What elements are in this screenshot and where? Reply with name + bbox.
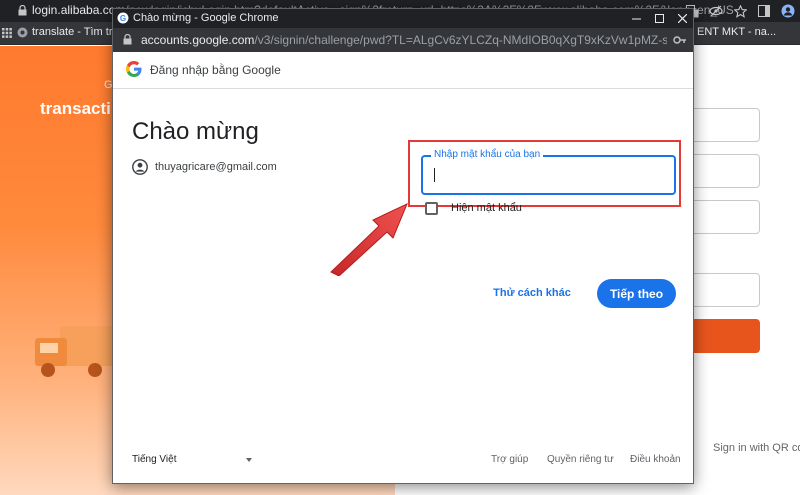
- show-password-label[interactable]: Hiện mật khẩu: [451, 202, 522, 214]
- bg-login-field[interactable]: [690, 154, 760, 188]
- next-button[interactable]: Tiếp theo: [597, 279, 676, 308]
- star-icon[interactable]: [728, 0, 752, 22]
- bg-login-field[interactable]: [690, 108, 760, 142]
- globe-icon: [17, 27, 28, 37]
- bg-sign-in-button[interactable]: [690, 319, 760, 353]
- promo-heading: transacti: [40, 99, 111, 118]
- google-signin-popup: G Chào mừng - Google Chrome accounts.goo…: [112, 8, 694, 484]
- delivery-truck-illustration: [35, 326, 115, 377]
- popup-url[interactable]: accounts.google.com/v3/signin/challenge/…: [141, 33, 667, 47]
- bookmark-ent-mkt[interactable]: ENT MKT - na...: [697, 26, 776, 38]
- password-highlight-box: Nhập mật khẩu của bạn: [408, 140, 681, 207]
- apps-grid-icon[interactable]: [2, 28, 12, 38]
- close-icon[interactable]: [671, 9, 693, 28]
- minimize-icon[interactable]: [625, 9, 647, 28]
- red-arrow-annotation: [330, 202, 408, 276]
- signin-header: Đăng nhập bằng Google: [150, 63, 281, 77]
- google-favicon-icon: G: [117, 12, 129, 24]
- terms-link[interactable]: Điều khoản: [630, 454, 681, 465]
- password-field-label: Nhập mật khẩu của bạn: [431, 149, 544, 160]
- account-circle-icon: [132, 159, 148, 175]
- chevron-down-icon[interactable]: [246, 458, 252, 462]
- popup-address-bar: accounts.google.com/v3/signin/challenge/…: [113, 28, 693, 52]
- user-avatar-icon[interactable]: [776, 0, 800, 22]
- bg-login-field[interactable]: [690, 200, 760, 234]
- popup-title-bar: G Chào mừng - Google Chrome: [113, 9, 693, 28]
- bookmark-label: ENT MKT - na...: [697, 26, 777, 38]
- bg-login-field[interactable]: [690, 273, 760, 307]
- privacy-link[interactable]: Quyền riêng tư: [547, 454, 614, 465]
- maximize-icon[interactable]: [648, 9, 670, 28]
- svg-text:G: G: [120, 14, 126, 23]
- password-input[interactable]: Nhập mật khẩu của bạn: [421, 149, 676, 195]
- signin-content: Đăng nhập bằng Google Chào mừng thuyagri…: [113, 52, 693, 483]
- lock-icon: [123, 34, 132, 45]
- header-divider: [113, 88, 693, 89]
- account-email[interactable]: thuyagricare@gmail.com: [155, 161, 277, 173]
- lock-icon: [18, 5, 27, 16]
- key-icon[interactable]: [673, 34, 687, 46]
- popup-window-title: Chào mừng - Google Chrome: [133, 12, 279, 24]
- side-panel-icon[interactable]: [752, 0, 776, 22]
- welcome-heading: Chào mừng: [132, 118, 259, 145]
- show-password-checkbox[interactable]: [425, 202, 438, 215]
- google-logo-icon: [126, 61, 142, 77]
- text-caret: [434, 168, 435, 182]
- help-link[interactable]: Trợ giúp: [491, 454, 528, 465]
- eye-off-icon[interactable]: [704, 0, 728, 22]
- try-another-way-button[interactable]: Thử cách khác: [491, 280, 573, 306]
- qr-sign-in-link[interactable]: Sign in with QR cod: [713, 442, 800, 454]
- language-selector[interactable]: Tiếng Việt: [132, 454, 176, 465]
